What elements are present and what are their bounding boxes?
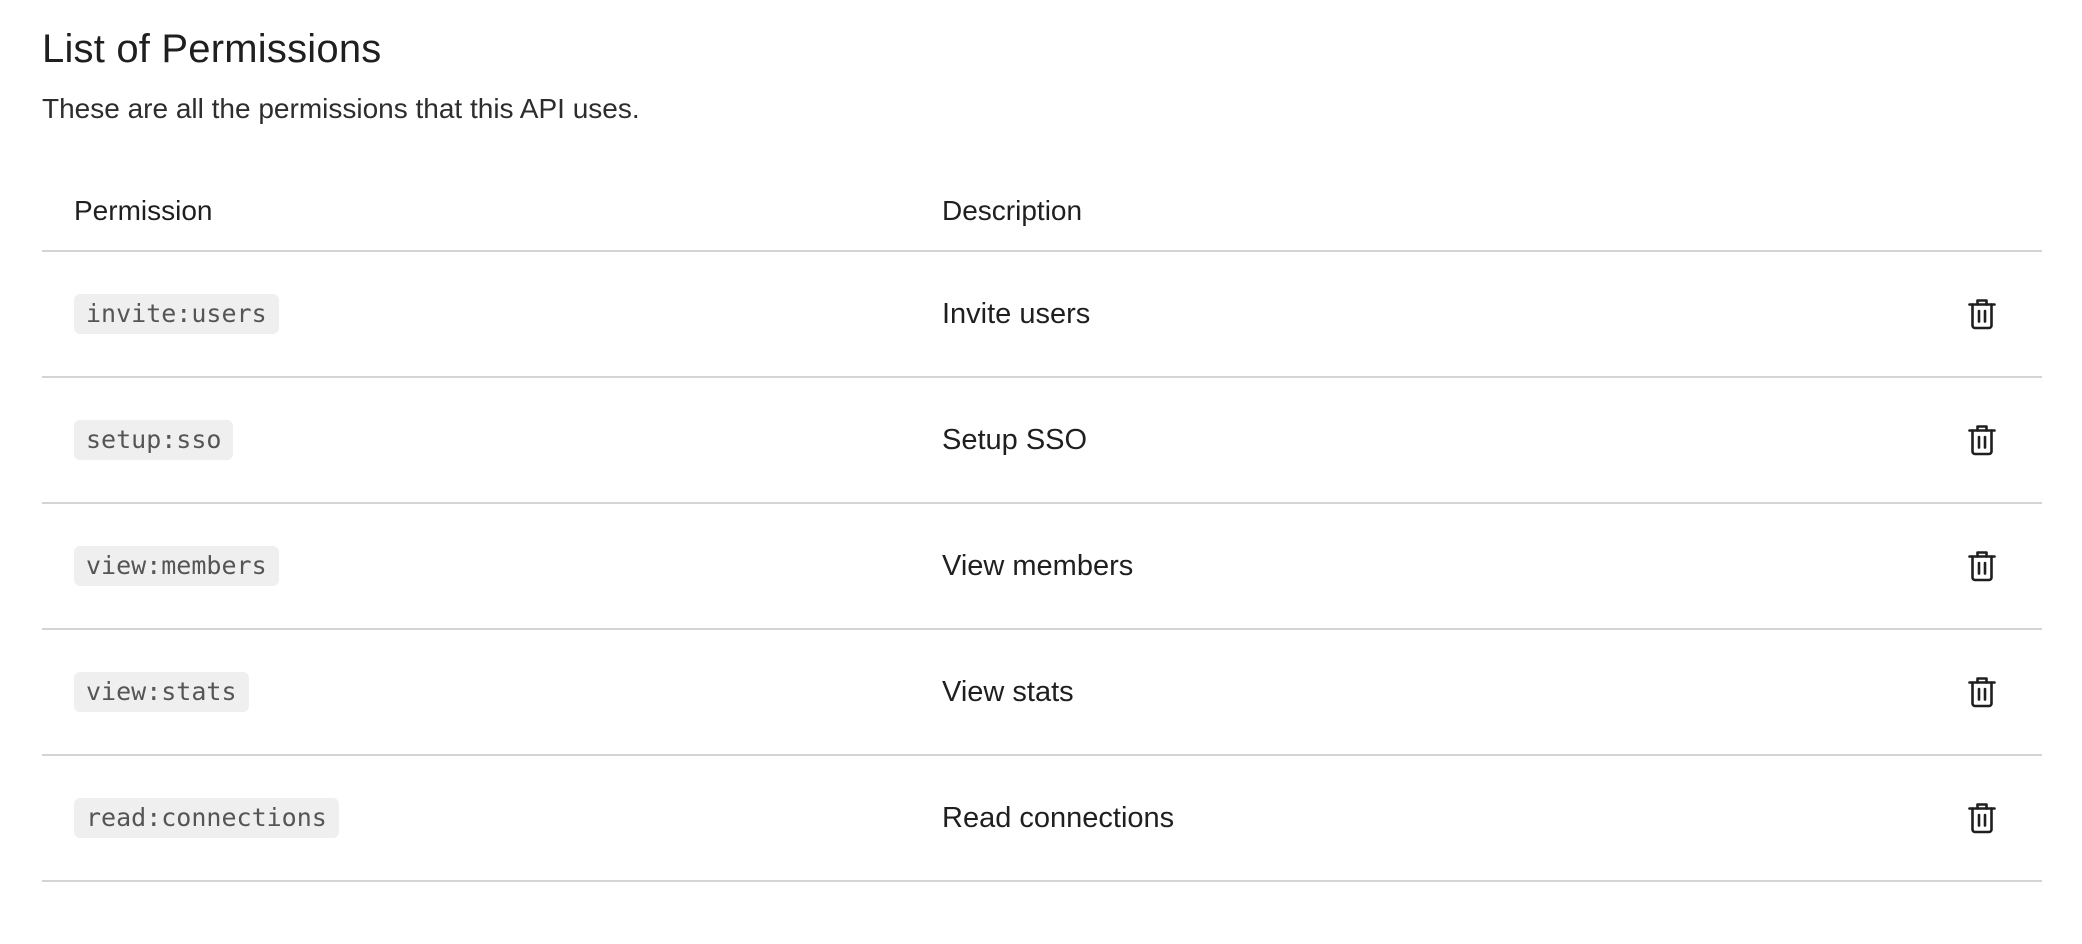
page-title: List of Permissions	[42, 27, 382, 71]
action-cell	[1922, 670, 2042, 714]
permissions-page: List of Permissions These are all the pe…	[42, 0, 2042, 882]
table-row: invite:users Invite users	[42, 252, 2042, 378]
permission-description: Setup SSO	[942, 424, 1088, 456]
table-row: view:members View members	[42, 504, 2042, 630]
permission-description: Read connections	[942, 802, 1175, 834]
permission-column-header: Permission	[74, 195, 213, 226]
trash-icon	[1968, 425, 1996, 456]
description-cell: Invite users	[942, 297, 1922, 331]
permission-cell: read:connections	[42, 798, 942, 838]
permission-code: view:stats	[74, 672, 249, 712]
trash-icon	[1968, 551, 1996, 582]
permission-description: View stats	[942, 676, 1074, 708]
delete-permission-button[interactable]	[1960, 796, 2004, 840]
permission-cell: invite:users	[42, 294, 942, 334]
delete-permission-button[interactable]	[1960, 670, 2004, 714]
description-cell: Read connections	[942, 801, 1922, 835]
permission-code: invite:users	[74, 294, 279, 334]
permission-cell: setup:sso	[42, 420, 942, 460]
action-cell	[1922, 544, 2042, 588]
table-row: setup:sso Setup SSO	[42, 378, 2042, 504]
description-column-header: Description	[942, 195, 1083, 226]
permission-code: view:members	[74, 546, 279, 586]
trash-icon	[1968, 677, 1996, 708]
action-cell	[1922, 292, 2042, 336]
description-cell: View stats	[942, 675, 1922, 709]
action-cell	[1922, 418, 2042, 462]
table-row: read:connections Read connections	[42, 756, 2042, 882]
delete-permission-button[interactable]	[1960, 418, 2004, 462]
permission-code: read:connections	[74, 798, 339, 838]
table-row: view:stats View stats	[42, 630, 2042, 756]
permissions-table: Permission Description invite:users Invi…	[42, 172, 2042, 882]
permission-description: View members	[942, 550, 1134, 582]
table-header: Permission Description	[42, 172, 2042, 252]
description-cell: Setup SSO	[942, 423, 1922, 457]
page-subtitle: These are all the permissions that this …	[42, 93, 640, 124]
trash-icon	[1968, 299, 1996, 330]
permission-description: Invite users	[942, 298, 1091, 330]
description-cell: View members	[942, 549, 1922, 583]
permission-cell: view:members	[42, 546, 942, 586]
trash-icon	[1968, 803, 1996, 834]
permission-cell: view:stats	[42, 672, 942, 712]
delete-permission-button[interactable]	[1960, 292, 2004, 336]
permission-code: setup:sso	[74, 420, 234, 460]
delete-permission-button[interactable]	[1960, 544, 2004, 588]
action-cell	[1922, 796, 2042, 840]
